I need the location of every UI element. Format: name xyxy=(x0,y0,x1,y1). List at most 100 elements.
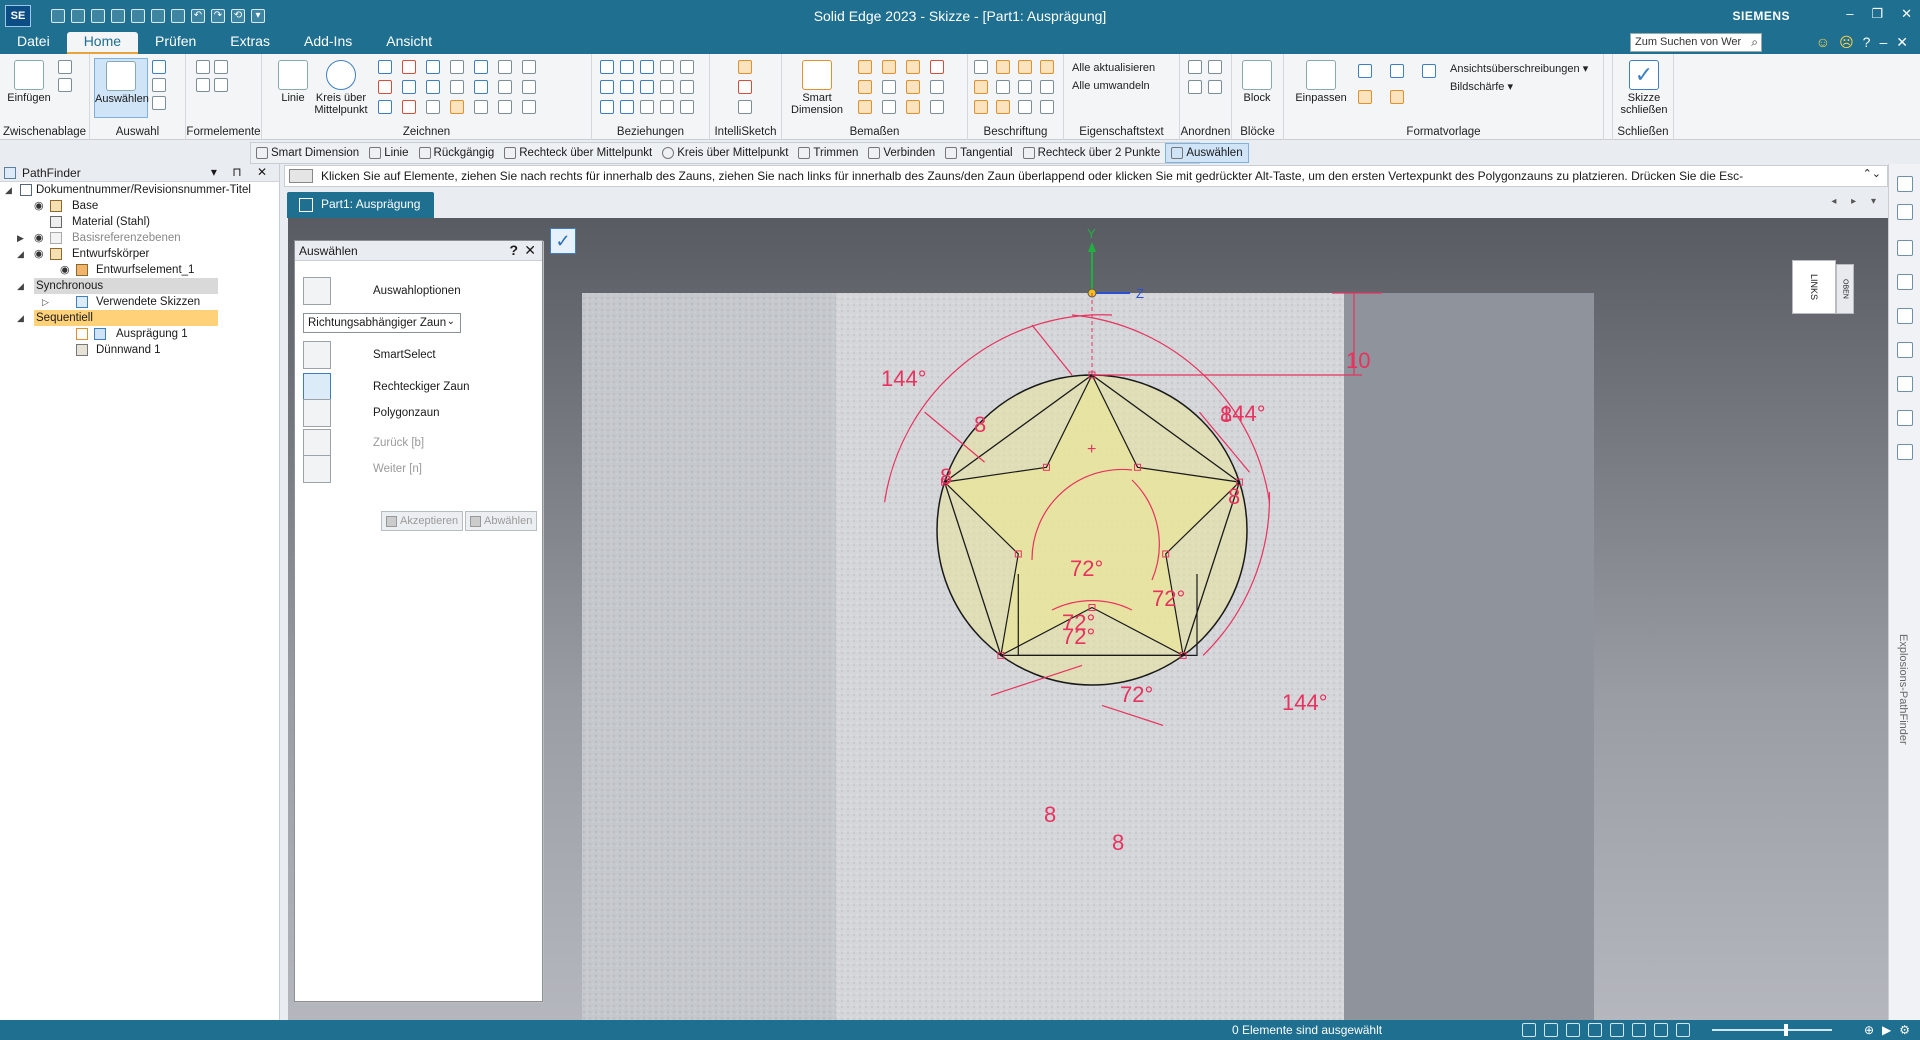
library-icon[interactable] xyxy=(1897,308,1913,324)
arc-icon[interactable] xyxy=(402,60,416,74)
view-dimetric-icon[interactable] xyxy=(1390,64,1404,78)
deselect-button[interactable]: Abwählen xyxy=(465,511,538,531)
zoom-icon[interactable] xyxy=(1544,1023,1558,1037)
center-mark-icon[interactable] xyxy=(974,100,988,114)
customize-qat-icon[interactable]: ▾ xyxy=(251,9,265,23)
image-icon[interactable] xyxy=(1897,274,1913,290)
center-mark[interactable]: + xyxy=(1087,441,1096,458)
polygon-fence-button[interactable]: Polygonzaun xyxy=(303,399,533,427)
radial-dimension-icon[interactable] xyxy=(882,80,896,94)
tree-item-duennwand[interactable]: Dünnwand 1 xyxy=(0,342,279,358)
eye-icon[interactable]: ◉ xyxy=(60,262,70,278)
annotation-more-icon[interactable] xyxy=(1040,100,1054,114)
tree-item-entwurfselement[interactable]: ◉ Entwurfselement_1 xyxy=(0,262,279,278)
explode-icon[interactable] xyxy=(1897,444,1913,460)
cmd-tangential[interactable]: Tangential xyxy=(940,143,1017,163)
copy-icon[interactable] xyxy=(58,78,72,92)
back-button[interactable]: Zurück [b] xyxy=(303,429,533,457)
monitor-icon[interactable] xyxy=(1897,410,1913,426)
minimize-button[interactable]: – xyxy=(1846,6,1853,22)
kreis-button[interactable]: Kreis über Mittelpunkt xyxy=(310,58,372,118)
distance-dimension-icon[interactable] xyxy=(858,60,872,74)
ellipse-icon[interactable] xyxy=(402,80,416,94)
polygon-icon[interactable] xyxy=(426,60,440,74)
assembly-icon[interactable] xyxy=(1897,204,1913,220)
zoom-area-icon[interactable] xyxy=(1522,1023,1536,1037)
curve-icon[interactable] xyxy=(378,100,392,114)
dim-label-angle-right[interactable]: 144° xyxy=(1282,690,1328,715)
balloon-icon[interactable] xyxy=(1018,60,1032,74)
dim-label-angle-top-left[interactable]: 144° xyxy=(881,366,927,391)
finish-sketch-check-button[interactable]: ✓ xyxy=(550,228,576,254)
cmd-smart-dimension[interactable]: Smart Dimension xyxy=(251,143,364,163)
tangent-relation-icon[interactable] xyxy=(600,100,614,114)
fence-mode-select[interactable]: Richtungsabhängiger Zaun ⌄ xyxy=(303,313,461,333)
collapse-icon[interactable]: ◢ xyxy=(17,310,24,326)
feature-control-icon[interactable] xyxy=(1018,80,1032,94)
prompt-scroll-icon[interactable]: ⌃⌄ xyxy=(1863,167,1881,180)
select-set-icon[interactable] xyxy=(152,60,166,74)
dim-label-length-top-right[interactable]: 8 xyxy=(1220,402,1232,427)
clipboard-icon[interactable] xyxy=(171,9,185,23)
ribbon-minimize-icon[interactable]: – xyxy=(1879,34,1887,51)
expand-icon[interactable]: ▷ xyxy=(42,294,49,310)
relation-assistant-icon[interactable] xyxy=(680,100,694,114)
send-back-icon[interactable] xyxy=(1208,60,1222,74)
solid-edge-logo-icon[interactable]: SE xyxy=(5,5,31,27)
close-button[interactable]: ✕ xyxy=(1901,6,1912,22)
menu-pruefen[interactable]: Prüfen xyxy=(138,32,213,54)
chain-dimension-icon[interactable] xyxy=(858,80,872,94)
callout-icon[interactable] xyxy=(974,60,988,74)
dim-label-angle-center-4[interactable]: 72° xyxy=(1062,624,1095,649)
open-file-icon[interactable] xyxy=(71,9,85,23)
eye-icon[interactable]: ◉ xyxy=(34,198,44,214)
sketch-view-icon[interactable] xyxy=(1632,1023,1646,1037)
tree-item-basisreferenzebenen[interactable]: ▶ ◉ Basisreferenzebenen xyxy=(0,230,279,246)
tree-item-synchronous[interactable]: ◢ Synchronous xyxy=(0,278,279,294)
dim-label-length-bottom-left[interactable]: 8 xyxy=(1044,802,1056,827)
symmetric-dimension-icon[interactable] xyxy=(930,60,944,74)
close-icon[interactable]: ✕ xyxy=(524,242,536,259)
skizze-schliessen-button[interactable]: ✓ Skizze schließen xyxy=(1617,58,1671,118)
save-as-icon[interactable] xyxy=(111,9,125,23)
alle-umwandeln-button[interactable]: Alle umwandeln xyxy=(1072,80,1150,92)
bring-forward-icon[interactable] xyxy=(1188,80,1202,94)
offset-icon[interactable] xyxy=(450,60,464,74)
intellisketch-icon[interactable] xyxy=(738,60,752,74)
cmd-rechteck-2-punkte[interactable]: Rechteck über 2 Punkte xyxy=(1018,143,1166,163)
tree-item-base[interactable]: ◉ Base xyxy=(0,198,279,214)
angle-dimension-icon[interactable] xyxy=(882,60,896,74)
extend-icon[interactable] xyxy=(498,60,512,74)
einfuegen-button[interactable]: Einfügen xyxy=(2,58,56,118)
auswahloptionen-button[interactable]: Auswahloptionen xyxy=(303,277,533,305)
relation-handles-icon[interactable] xyxy=(640,100,654,114)
accept-button[interactable]: Akzeptieren xyxy=(381,511,464,531)
save-icon[interactable] xyxy=(91,9,105,23)
ansichtsueberschreibungen-button[interactable]: Ansichtsüberschreibungen ▾ xyxy=(1450,62,1588,75)
new-file-icon[interactable] xyxy=(51,9,65,23)
collapse-icon[interactable]: ◢ xyxy=(17,246,24,262)
edge-condition-icon[interactable] xyxy=(1018,100,1032,114)
tangent-arc-icon[interactable] xyxy=(378,80,392,94)
dimension-axis-icon[interactable] xyxy=(858,100,872,114)
fill-icon[interactable] xyxy=(450,100,464,114)
snap-icon[interactable] xyxy=(738,100,752,114)
menu-datei[interactable]: Datei xyxy=(0,32,67,54)
part-face-left[interactable] xyxy=(582,293,836,1020)
feature-pattern-icon[interactable] xyxy=(214,78,228,92)
view-cube-face-left[interactable]: LINKS xyxy=(1792,260,1836,314)
document-tab-part1[interactable]: Part1: Ausprägung xyxy=(287,192,435,218)
cmd-kreis-mittelpunkt[interactable]: Kreis über Mittelpunkt xyxy=(657,143,793,163)
block-button[interactable]: Block xyxy=(1232,58,1282,118)
undo-icon[interactable]: ↶ xyxy=(191,9,205,23)
einpassen-button[interactable]: Einpassen xyxy=(1292,58,1350,118)
conic-icon[interactable] xyxy=(402,100,416,114)
collinear-relation-icon[interactable] xyxy=(660,80,674,94)
eye-icon[interactable]: ◉ xyxy=(34,246,44,262)
feature-gear-icon[interactable] xyxy=(214,60,228,74)
tree-item-entwurfskoerper[interactable]: ◢ ◉ Entwurfskörper xyxy=(0,246,279,262)
select-options-icon[interactable] xyxy=(152,96,166,110)
dimension-style-icon[interactable] xyxy=(930,80,944,94)
datum-frame-icon[interactable] xyxy=(996,80,1010,94)
move-icon[interactable] xyxy=(426,80,440,94)
